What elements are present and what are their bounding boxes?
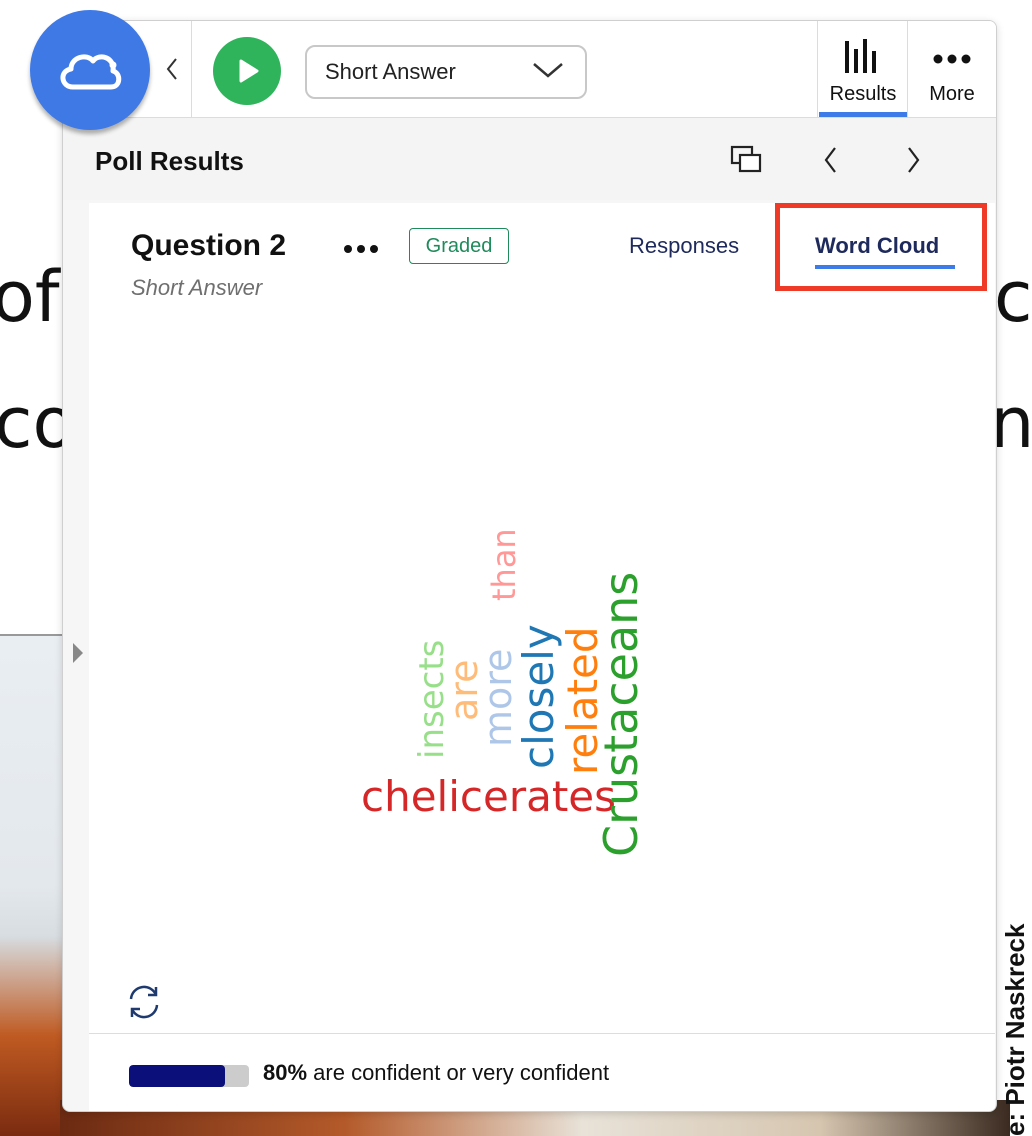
word-related: related <box>558 626 607 775</box>
footer-divider <box>89 1033 995 1034</box>
confidence-bar-fill <box>129 1065 225 1087</box>
word-chelicerates: chelicerates <box>361 772 616 821</box>
word-insects: insects <box>412 640 452 759</box>
confidence-summary: 80% are confident or very confident <box>263 1060 609 1086</box>
toolbar-separator <box>817 21 818 117</box>
word-than: than <box>485 528 523 601</box>
results-header: Poll Results <box>63 118 996 200</box>
confidence-text: are confident or very confident <box>307 1060 610 1085</box>
previous-question-icon[interactable] <box>821 144 841 176</box>
results-button[interactable]: Results <box>819 21 907 117</box>
slide-photo-left <box>0 636 66 1136</box>
next-question-icon[interactable] <box>903 144 923 176</box>
slide-photo-credit: e: Piotr Naskreck <box>1000 923 1030 1136</box>
results-title: Poll Results <box>95 146 244 176</box>
question-type-label: Short Answer <box>325 59 456 84</box>
present-fullscreen-icon[interactable] <box>729 144 765 176</box>
word-closely: closely <box>514 624 563 769</box>
results-active-underline <box>819 112 907 117</box>
chevron-left-icon <box>166 58 177 80</box>
toolbar: Short Answer Results More <box>63 21 996 118</box>
results-label: Results <box>829 83 897 105</box>
poll-panel: Short Answer Results More Poll Results Q… <box>62 20 997 1112</box>
refresh-icon[interactable] <box>125 983 163 1021</box>
cloud-icon <box>60 54 122 90</box>
poll-everywhere-cloud-logo[interactable] <box>30 10 150 130</box>
confidence-bar <box>129 1065 249 1087</box>
play-icon <box>239 59 259 83</box>
question-card: Question 2 Graded Short Answer Responses… <box>89 203 995 1111</box>
collapse-panel-button[interactable] <box>153 21 192 117</box>
more-label: More <box>929 83 975 105</box>
activate-poll-button[interactable] <box>213 37 281 105</box>
chevron-down-icon <box>533 63 563 78</box>
bar-chart-icon <box>845 39 876 73</box>
word-cloud: chelicerates Crustaceans related closely… <box>361 528 648 857</box>
expand-left-arrow-icon[interactable] <box>71 641 85 665</box>
more-horizontal-icon <box>933 54 971 64</box>
confidence-percent: 80% <box>263 1060 308 1085</box>
slide-text-line1-right: c <box>994 256 1032 338</box>
more-button[interactable]: More <box>908 21 996 117</box>
slide-text-line1-left: of <box>0 256 60 338</box>
question-type-select[interactable]: Short Answer <box>305 45 587 99</box>
